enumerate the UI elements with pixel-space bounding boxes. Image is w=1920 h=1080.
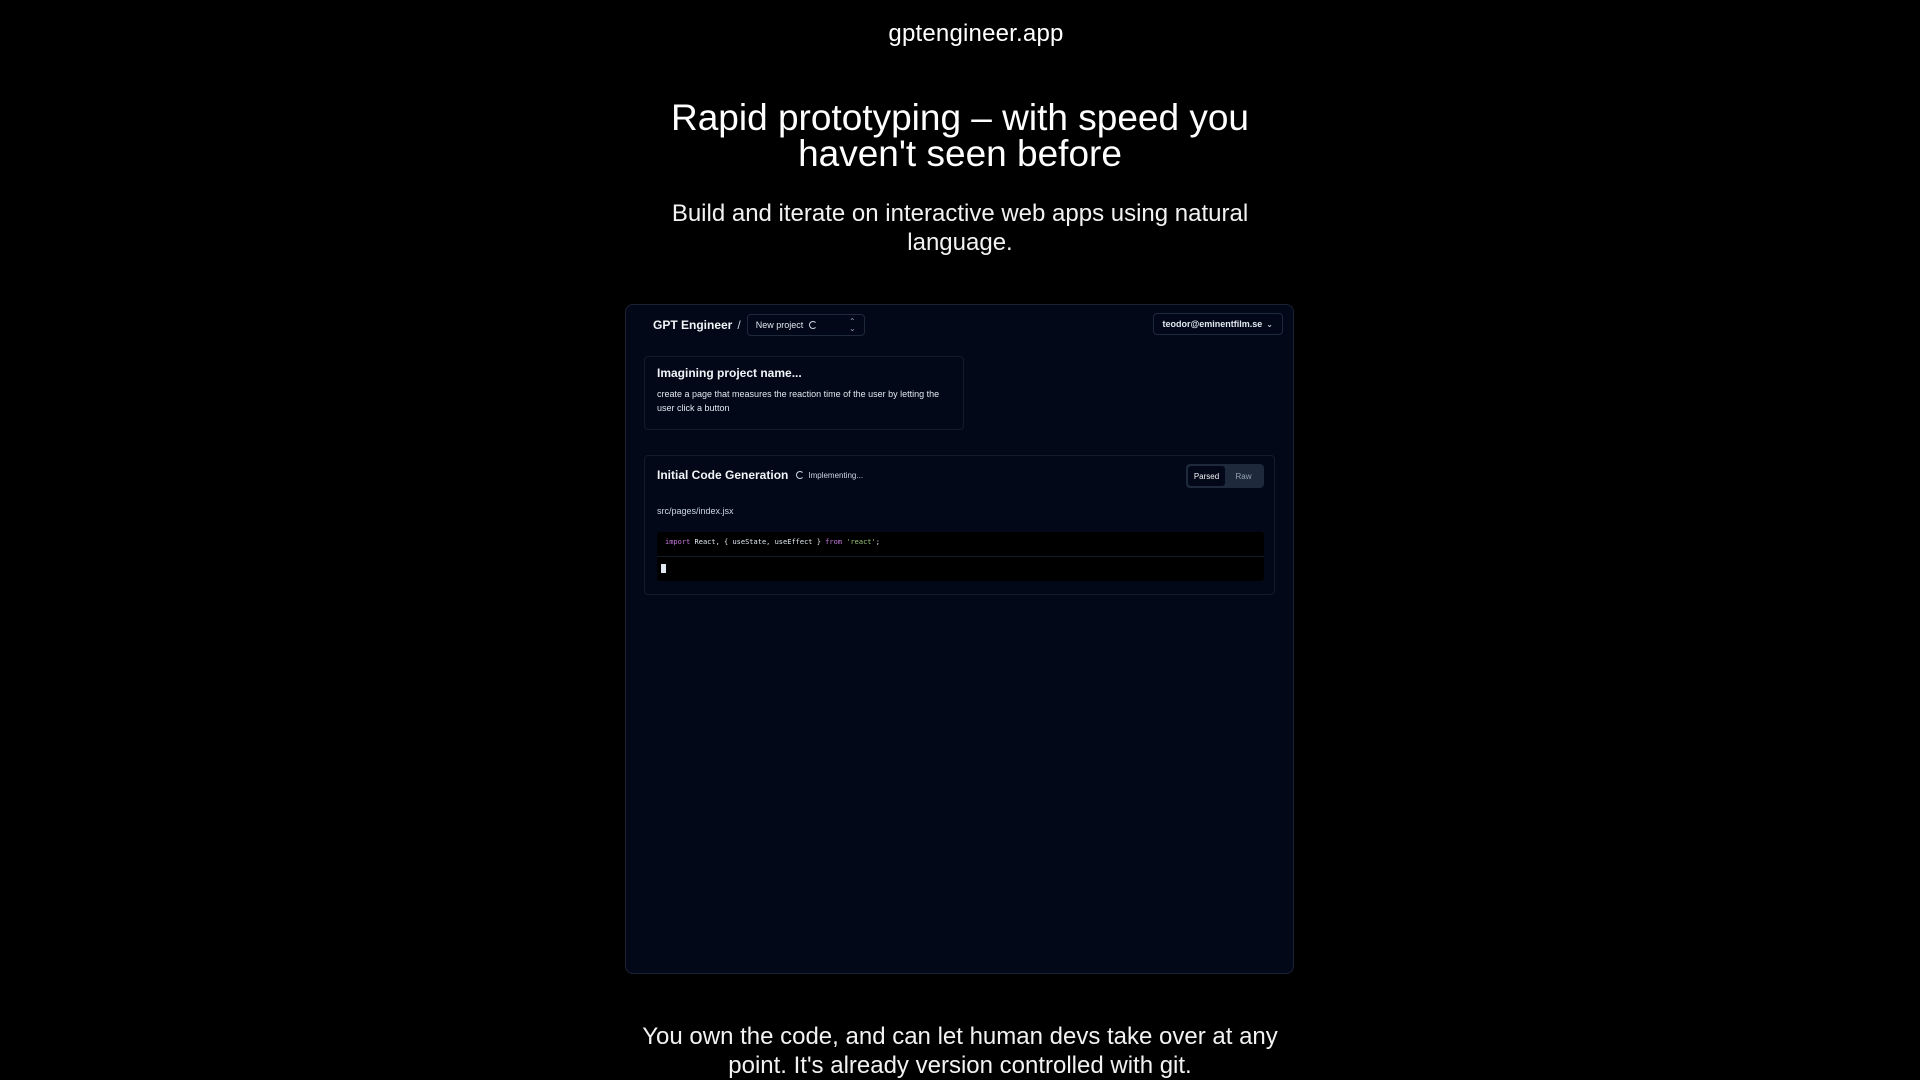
chevron-down-icon: ⌄ bbox=[1266, 319, 1273, 329]
project-name: New project bbox=[755, 320, 804, 330]
breadcrumb-separator: / bbox=[737, 318, 741, 332]
user-menu-button[interactable]: teodor@eminentfilm.se ⌄ bbox=[1152, 313, 1283, 335]
tab-raw[interactable]: Raw bbox=[1225, 466, 1262, 486]
generation-header: Initial Code Generation Implementing... bbox=[657, 468, 863, 482]
code-string: 'react' bbox=[846, 538, 876, 546]
text-cursor-icon bbox=[661, 564, 666, 573]
app-preview: GPT Engineer / New project ⌃ ⌄ teodor@emi… bbox=[625, 304, 1294, 974]
view-toggle: Parsed Raw bbox=[1186, 464, 1264, 488]
user-email: teodor@eminentfilm.se bbox=[1162, 319, 1263, 329]
spinner-icon bbox=[809, 321, 818, 329]
landing-page: gptengineer.app Rapid prototyping – with… bbox=[0, 0, 1920, 1080]
code-keyword-import: import bbox=[665, 538, 691, 546]
app-header: GPT Engineer / New project ⌃ ⌄ bbox=[653, 314, 865, 336]
generation-status: Implementing... bbox=[796, 471, 863, 480]
code-editor[interactable]: import React, { useState, useEffect } fr… bbox=[657, 532, 1264, 581]
hero-title: Rapid prototyping – with speed you haven… bbox=[671, 97, 1249, 174]
spinner-icon bbox=[796, 471, 805, 479]
file-path: src/pages/index.jsx bbox=[657, 506, 734, 516]
prompt-card-title: Imagining project name... bbox=[657, 366, 802, 380]
code-generation-card: Initial Code Generation Implementing... … bbox=[644, 455, 1275, 595]
generation-title: Initial Code Generation bbox=[657, 468, 789, 482]
hero-subtitle: Build and iterate on interactive web app… bbox=[671, 200, 1249, 256]
prompt-card: Imagining project name... create a page … bbox=[644, 356, 964, 430]
generation-status-text: Implementing... bbox=[808, 470, 864, 480]
code-line: import React, { useState, useEffect } fr… bbox=[665, 538, 880, 546]
code-end: ; bbox=[875, 538, 880, 546]
code-divider bbox=[657, 556, 1264, 557]
code-body: React, { useState, useEffect } bbox=[690, 538, 826, 546]
app-name[interactable]: GPT Engineer bbox=[653, 318, 732, 332]
chevron-up-down-icon: ⌃ ⌄ bbox=[849, 317, 856, 333]
brand-title: gptengineer.app bbox=[888, 20, 1064, 47]
prompt-text: create a page that measures the reaction… bbox=[657, 389, 940, 413]
code-keyword-from: from bbox=[825, 538, 843, 546]
project-selector[interactable]: New project ⌃ ⌄ bbox=[746, 314, 865, 336]
footer-text: You own the code, and can let human devs… bbox=[642, 1023, 1278, 1079]
tab-parsed[interactable]: Parsed bbox=[1188, 466, 1225, 486]
